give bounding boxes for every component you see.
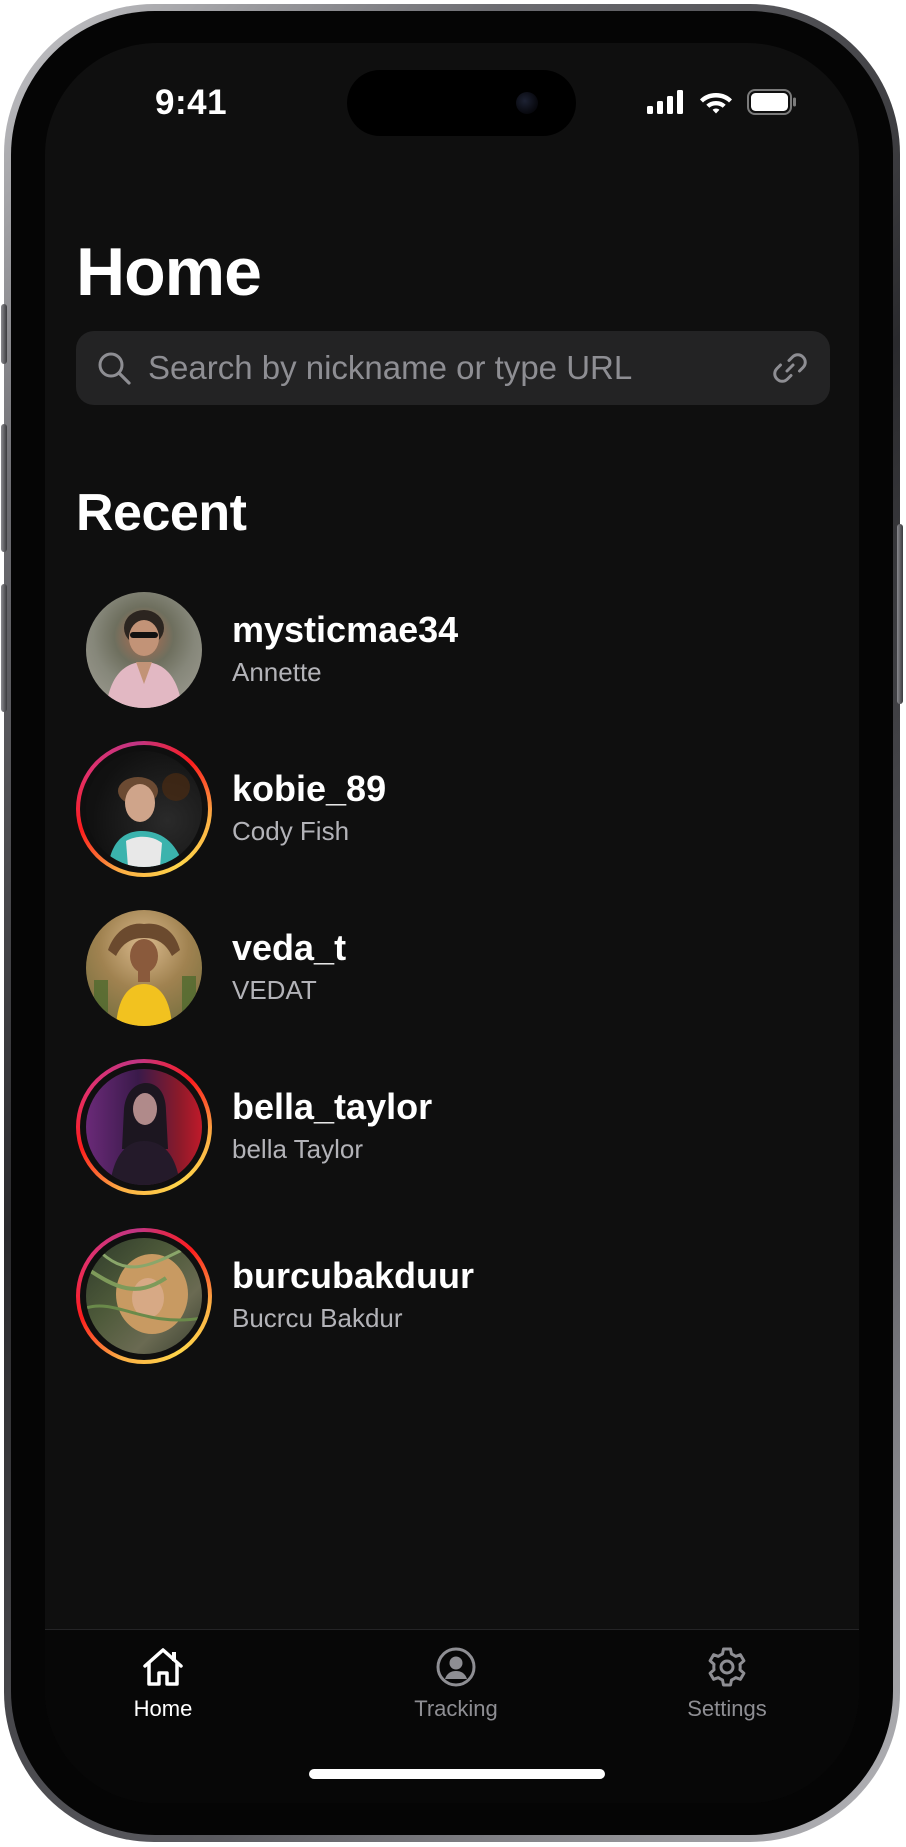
tab-tracking[interactable]: Tracking [356,1646,556,1722]
list-item[interactable]: burcubakduur Bucrcu Bakdur [76,1226,836,1366]
username: mysticmae34 [232,609,459,650]
list-item[interactable]: bella_taylor bella Taylor [76,1057,836,1197]
person-circle-icon [436,1647,476,1687]
wifi-icon [700,93,732,114]
power-button [897,524,903,704]
search-icon [98,352,131,385]
story-ring [76,741,212,877]
list-item[interactable]: mysticmae34 Annette [76,580,836,720]
dynamic-island [347,70,576,136]
link-icon[interactable] [770,348,810,388]
cellular-signal-icon [647,90,683,114]
story-ring [76,1059,212,1195]
recent-section-title: Recent [76,484,247,542]
status-time: 9:41 [155,83,228,122]
display-name: Bucrcu Bakdur [232,1303,403,1333]
username: burcubakduur [232,1255,475,1296]
status-icons [647,89,797,115]
page-title: Home [76,234,262,310]
search-bar[interactable] [76,331,830,405]
display-name: Cody Fish [232,816,350,846]
tab-home[interactable]: Home [63,1646,263,1722]
volume-up-button [1,424,7,552]
username: veda_t [232,927,347,968]
battery-icon [747,89,796,115]
avatar [86,1069,202,1185]
list-item[interactable]: kobie_89 Cody Fish [76,739,836,879]
volume-down-button [1,584,7,712]
display-name: VEDAT [232,975,317,1005]
list-item[interactable]: veda_t VEDAT [76,898,836,1038]
home-indicator[interactable] [309,1769,605,1779]
search-input[interactable] [148,349,770,387]
avatar-container [76,582,212,718]
app-screen: 9:41 Home Search by nickname or type URL… [45,43,859,1803]
avatar [86,1238,202,1354]
tab-bar: Home Tracking Settings [45,1629,859,1803]
display-name: Annette [232,657,322,687]
gear-icon [708,1647,746,1687]
front-camera [516,92,538,114]
avatar [86,751,202,867]
tab-label: Home [133,1696,193,1721]
username: kobie_89 [232,768,387,809]
home-icon [143,1648,183,1686]
phone-frame: 9:41 Home Search by nickname or type URL… [1,4,903,1842]
story-ring [76,1228,212,1364]
tab-label: Tracking [414,1696,498,1721]
username: bella_taylor [232,1086,433,1127]
display-name: bella Taylor [232,1134,364,1164]
avatar [86,910,202,1026]
tab-label: Settings [687,1696,767,1721]
avatar [86,592,202,708]
action-button [1,304,7,364]
tab-settings[interactable]: Settings [627,1646,827,1722]
avatar-container [76,900,212,1036]
